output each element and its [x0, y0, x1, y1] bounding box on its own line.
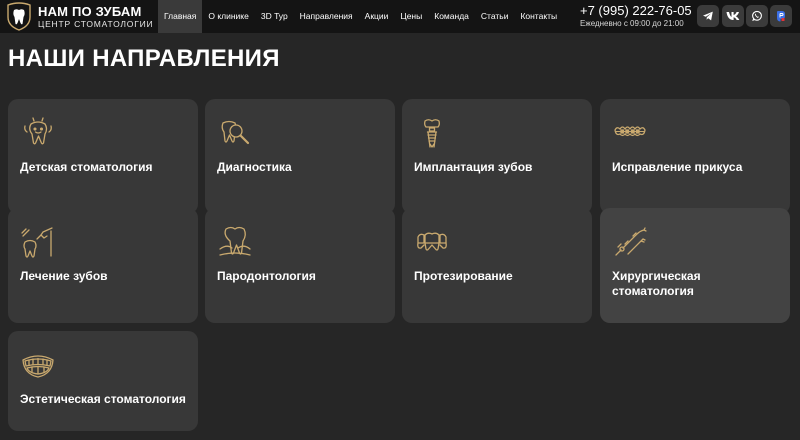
contact-block: +7 (995) 222-76-05 Ежедневно с 09:00 до …	[580, 3, 692, 28]
messenger-icon	[777, 11, 785, 22]
card-label: Диагностика	[217, 160, 292, 174]
dental-drill-icon	[21, 227, 53, 258]
nav-item-prices[interactable]: Цены	[394, 0, 428, 33]
nav-item-contacts[interactable]: Контакты	[514, 0, 563, 33]
direction-card-treatment[interactable]: Лечение зубов	[8, 208, 198, 323]
smile-teeth-icon	[22, 355, 54, 378]
card-label: Исправление прикуса	[612, 160, 743, 174]
implant-icon	[424, 119, 440, 148]
card-label: Пародонтология	[217, 269, 316, 283]
telegram-button[interactable]	[697, 5, 719, 27]
direction-card-aesthetic[interactable]: Эстетическая стоматология	[8, 331, 198, 431]
braces-icon	[614, 126, 646, 137]
prosthesis-icon	[417, 232, 447, 251]
child-tooth-icon	[24, 117, 52, 145]
diagnostics-icon	[221, 120, 250, 145]
card-label: Детская стоматология	[20, 160, 153, 174]
direction-card-surgery[interactable]: Хирургическая стоматология	[600, 208, 790, 323]
page-title: НАШИ НАПРАВЛЕНИЯ	[8, 45, 280, 72]
direction-card-diagnostics[interactable]: Диагностика	[205, 99, 395, 214]
direction-card-prosthetics[interactable]: Протезирование	[402, 208, 592, 323]
direction-card-bite-correction[interactable]: Исправление прикуса	[600, 99, 790, 214]
messenger-button[interactable]	[770, 5, 792, 27]
phone-number[interactable]: +7 (995) 222-76-05	[580, 3, 692, 18]
direction-card-implantation[interactable]: Имплантация зубов	[402, 99, 592, 214]
direction-card-pediatric[interactable]: Детская стоматология	[8, 99, 198, 214]
gum-tooth-icon	[219, 226, 251, 256]
telegram-icon	[703, 11, 713, 21]
card-label: Лечение зубов	[20, 269, 108, 283]
card-label: Хирургическая стоматология	[612, 269, 701, 298]
site-header: НАМ ПО ЗУБАМ ЦЕНТР СТОМАТОЛОГИИ Главная …	[0, 0, 800, 33]
nav-item-3d-tour[interactable]: 3D Тур	[255, 0, 294, 33]
nav-item-team[interactable]: Команда	[428, 0, 475, 33]
dental-tools-icon	[615, 227, 647, 256]
main-nav: Главная О клинике 3D Тур Направления Акц…	[158, 0, 563, 33]
logo-subtitle: ЦЕНТР СТОМАТОЛОГИИ	[38, 18, 154, 29]
whatsapp-button[interactable]	[746, 5, 768, 27]
nav-item-directions[interactable]: Направления	[294, 0, 359, 33]
card-label: Имплантация зубов	[414, 160, 533, 174]
nav-item-articles[interactable]: Статьи	[475, 0, 515, 33]
logo-title: НАМ ПО ЗУБАМ	[38, 3, 142, 19]
nav-item-home[interactable]: Главная	[158, 0, 203, 33]
card-label: Протезирование	[414, 269, 513, 283]
logo[interactable]: НАМ ПО ЗУБАМ ЦЕНТР СТОМАТОЛОГИИ	[5, 2, 155, 31]
tooth-logo-icon	[7, 2, 31, 31]
vk-button[interactable]	[722, 5, 744, 27]
nav-item-promotions[interactable]: Акции	[359, 0, 395, 33]
vk-icon	[726, 12, 740, 20]
working-hours: Ежедневно с 09:00 до 21:00	[580, 19, 684, 28]
whatsapp-icon	[752, 10, 762, 21]
card-label: Эстетическая стоматология	[20, 392, 186, 406]
nav-item-about[interactable]: О клинике	[202, 0, 254, 33]
direction-card-periodontology[interactable]: Пародонтология	[205, 208, 395, 323]
